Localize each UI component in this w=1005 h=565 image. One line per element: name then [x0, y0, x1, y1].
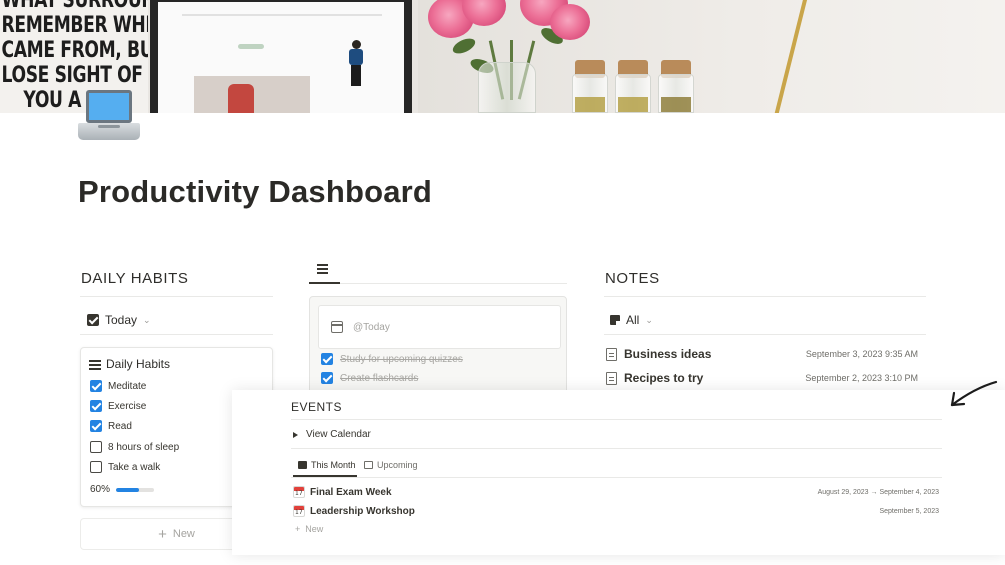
- event-date: August 29, 2023 → September 4, 2023: [817, 488, 939, 496]
- caret-right-icon: [293, 431, 298, 438]
- note-date: September 3, 2023 9:35 AM: [805, 349, 918, 359]
- habit-card-title-text: Daily Habits: [106, 357, 171, 371]
- habit-checkbox[interactable]: [90, 380, 102, 392]
- habit-item: Meditate: [90, 380, 146, 392]
- todo-item: Study for upcoming quizzes: [321, 353, 463, 365]
- toggle-label: View Calendar: [306, 429, 371, 440]
- calendar-icon: [331, 321, 343, 333]
- habit-card-title: Daily Habits: [89, 357, 170, 371]
- habit-label: Read: [108, 420, 132, 432]
- event-item[interactable]: Leadership Workshop September 5, 2023: [293, 505, 939, 517]
- habit-item: 8 hours of sleep: [90, 441, 179, 453]
- event-date: September 5, 2023: [879, 507, 939, 515]
- poster-line: WHAT SURROUN: [1, 0, 148, 13]
- monitor-photo: [150, 0, 412, 113]
- habit-label: Meditate: [108, 380, 147, 392]
- habit-checkbox[interactable]: [90, 441, 102, 453]
- note-title: Business ideas: [624, 347, 712, 361]
- habit-item: Exercise: [90, 400, 146, 412]
- note-item[interactable]: Business ideas September 3, 2023 9:35 AM: [606, 347, 918, 361]
- note-title: Recipes to try: [624, 371, 704, 385]
- progress-bar: [116, 487, 155, 492]
- tab-label: This Month: [311, 460, 356, 470]
- progress-fill: [116, 487, 139, 492]
- habit-label: 8 hours of sleep: [108, 441, 180, 453]
- document-icon: [606, 347, 617, 361]
- todo-card[interactable]: @Today Study for upcoming quizzes Create…: [309, 296, 567, 396]
- habit-item: Read: [90, 420, 132, 432]
- new-label: New: [305, 524, 324, 534]
- habit-item: Take a walk: [90, 461, 160, 473]
- notes-heading: NOTES: [605, 270, 660, 287]
- poster-line: CAME FROM, BU: [1, 38, 148, 63]
- tab-upcoming[interactable]: Upcoming: [364, 460, 418, 470]
- notes-view-label: All: [626, 313, 640, 327]
- divider: [309, 283, 567, 284]
- page-title: Productivity Dashboard: [78, 174, 433, 209]
- progress-percent: 60%: [90, 484, 111, 495]
- habit-checkbox[interactable]: [90, 400, 102, 412]
- tab-this-month[interactable]: This Month: [298, 460, 356, 470]
- todo-checkbox[interactable]: [321, 372, 333, 384]
- calendar-emoji-icon: [293, 505, 305, 517]
- habit-progress: 60%: [90, 484, 155, 495]
- todo-label: Create flashcards: [340, 372, 419, 384]
- arrow-icon: [950, 380, 998, 407]
- checkbox-icon: [87, 314, 99, 326]
- events-panel: EVENTS View Calendar This Month Upcoming…: [232, 390, 1005, 555]
- calendar-icon: [364, 461, 373, 469]
- chevron-down-icon: ⌄: [645, 314, 653, 325]
- habit-label: Take a walk: [108, 461, 161, 473]
- divider: [291, 477, 942, 478]
- notes-view-icon: [610, 315, 620, 325]
- new-label: New: [172, 528, 195, 540]
- tab-underline: [293, 475, 357, 477]
- plus-icon: +: [158, 525, 167, 543]
- habits-view-tab[interactable]: Today ⌄: [87, 313, 151, 327]
- divider: [80, 296, 273, 297]
- tab-label: Upcoming: [377, 460, 418, 470]
- date-placeholder: @Today: [353, 321, 390, 333]
- date-field[interactable]: @Today: [318, 305, 561, 349]
- todo-label: Study for upcoming quizzes: [340, 353, 463, 365]
- todo-checkbox[interactable]: [321, 353, 333, 365]
- event-title: Leadership Workshop: [310, 505, 415, 517]
- tab-underline: [309, 282, 340, 284]
- habit-checkbox[interactable]: [90, 461, 102, 473]
- plus-icon: +: [295, 524, 301, 534]
- divider: [291, 419, 942, 420]
- view-calendar-toggle[interactable]: View Calendar: [293, 429, 371, 440]
- menu-icon[interactable]: [317, 264, 328, 274]
- laptop-icon[interactable]: [78, 88, 140, 142]
- habits-heading: DAILY HABITS: [81, 270, 189, 287]
- note-date: September 2, 2023 3:10 PM: [805, 373, 918, 383]
- event-item[interactable]: Final Exam Week August 29, 2023 → Septem…: [293, 486, 939, 498]
- cover-image: WHAT SURROUN REMEMBER WHI CAME FROM, BU …: [0, 0, 1005, 113]
- checklist-icon: [89, 359, 101, 370]
- event-title: Final Exam Week: [310, 486, 392, 498]
- todo-item: Create flashcards: [321, 372, 418, 384]
- calendar-emoji-icon: [293, 486, 305, 498]
- divider: [291, 448, 942, 449]
- note-item[interactable]: Recipes to try September 2, 2023 3:10 PM: [606, 371, 918, 385]
- habit-checkbox[interactable]: [90, 420, 102, 432]
- habits-view-label: Today: [105, 313, 138, 327]
- notes-view-tab[interactable]: All ⌄: [610, 313, 653, 327]
- events-heading: EVENTS: [291, 400, 343, 414]
- habit-label: Exercise: [108, 400, 147, 412]
- new-event-button[interactable]: + New: [295, 524, 323, 534]
- divider: [604, 334, 926, 335]
- calendar-icon: [298, 461, 307, 469]
- divider: [604, 296, 926, 297]
- chevron-down-icon: ⌄: [143, 314, 151, 325]
- poster-line: LOSE SIGHT OF: [1, 63, 143, 88]
- document-icon: [606, 371, 617, 385]
- divider: [80, 334, 273, 335]
- poster-line: REMEMBER WHI: [1, 13, 148, 38]
